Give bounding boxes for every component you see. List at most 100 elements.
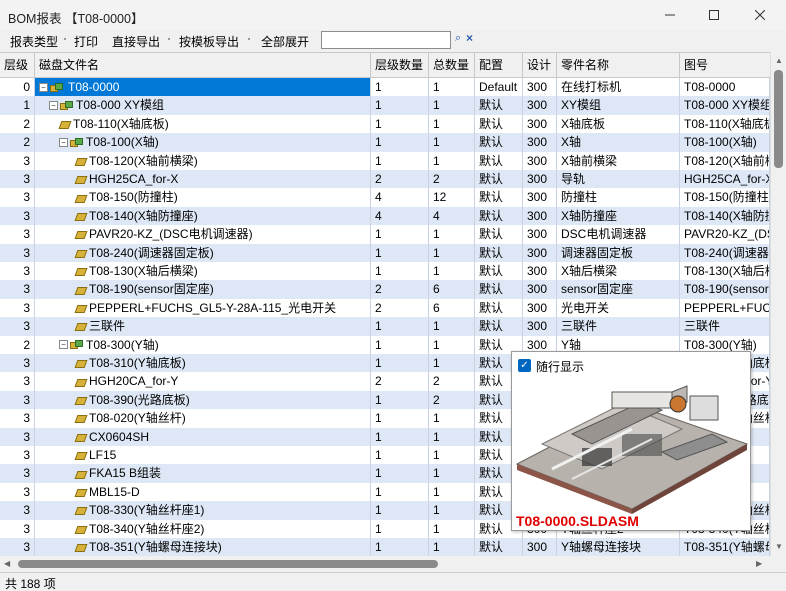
clear-search-icon[interactable]: ×: [466, 31, 476, 45]
column-header-drawing-no[interactable]: 图号: [680, 53, 770, 78]
table-row[interactable]: 3 HGH25CA_for-X 2 2 默认 300 导轨 HGH25CA_for-X: [0, 170, 770, 189]
cell-total-qty: 1: [429, 262, 475, 281]
table-row[interactable]: 3 T08-190(sensor固定座) 2 6 默认 300 sensor固定座 T08-1…: [0, 280, 770, 299]
cell-total-qty: 1: [429, 446, 475, 465]
cell-level-qty: 1: [371, 501, 429, 520]
cell-level-qty: 1: [371, 354, 429, 373]
table-row[interactable]: 0− T08-0000 1 1 Default 300 在线打标机 T08-0000: [0, 78, 770, 97]
cell-total-qty: 1: [429, 151, 475, 170]
horizontal-scrollbar[interactable]: ◀ ▶: [0, 556, 770, 572]
part-icon: [75, 193, 85, 203]
table-row[interactable]: 3T08-140(X轴防撞座)44默认300X轴防撞座T08-140(X轴防撞座…: [0, 206, 770, 226]
cell-filename: HGH25CA_for-X: [35, 170, 371, 189]
tree-node: − T08-0000: [39, 78, 122, 97]
tree-node: T08-310(Y轴底板): [75, 354, 186, 372]
horizontal-scroll-thumb[interactable]: [18, 560, 438, 568]
column-header-design[interactable]: 设计: [523, 53, 557, 78]
scroll-right-icon[interactable]: ▶: [756, 559, 762, 568]
cell-level-qty: 1: [371, 317, 429, 336]
cell-filename: T08-130(X轴后横梁): [35, 262, 371, 281]
scroll-up-icon[interactable]: ▲: [775, 56, 783, 65]
cell-filename: − T08-0000: [35, 78, 371, 97]
table-row[interactable]: 3T08-130(X轴后横梁)11默认300X轴后横梁T08-130(X轴后横梁…: [0, 262, 770, 281]
column-header-part-name[interactable]: 零件名称: [557, 53, 680, 78]
tree-node: HGH20CA_for-Y: [75, 372, 178, 390]
cell-drawing-no: T08-130(X轴后横梁): [680, 262, 770, 281]
file-name: T08-120(X轴前横梁): [89, 153, 198, 168]
tree-node: T08-150(防撞柱): [75, 188, 178, 206]
part-icon: [75, 248, 85, 258]
table-row[interactable]: 1− T08-000 XY模组 1 1 默认 300 XY模组 T08-000 XY模组: [0, 96, 770, 115]
file-name: PAVR20-KZ_(DSC电机调速器): [89, 227, 253, 242]
table-row[interactable]: 2− T08-100(X轴) 1 1 默认 300 X轴 T08-100(X轴): [0, 133, 770, 152]
search-icon[interactable]: ⌕: [455, 32, 465, 46]
column-header-total-qty[interactable]: 总数量: [429, 53, 475, 78]
direct-export-button[interactable]: 直接导出: [112, 33, 160, 50]
part-icon: [75, 266, 85, 276]
vertical-scroll-thumb[interactable]: [774, 70, 783, 168]
cell-config: 默认: [475, 151, 523, 170]
table-row[interactable]: 3 T08-351(Y轴螺母连接块) 1 1 默认 300 Y轴螺母连接块 T08-351(Y…: [0, 538, 770, 556]
cell-level-qty: 1: [371, 151, 429, 170]
collapse-icon[interactable]: −: [49, 101, 58, 111]
template-export-button[interactable]: 按模板导出: [179, 33, 239, 50]
column-header-level[interactable]: 层级: [0, 53, 35, 78]
search-input[interactable]: [321, 31, 451, 49]
expand-all-button[interactable]: 全部展开: [261, 33, 309, 50]
collapse-icon[interactable]: −: [39, 82, 48, 92]
collapse-icon[interactable]: −: [59, 137, 68, 147]
assembly-icon: [60, 100, 73, 111]
cell-level-qty: 1: [371, 335, 429, 354]
part-icon: [75, 524, 85, 534]
print-button[interactable]: 打印: [74, 33, 98, 50]
cell-config: 默认: [475, 538, 523, 556]
cell-total-qty: 1: [429, 427, 475, 446]
scroll-down-icon[interactable]: ▼: [775, 542, 783, 551]
cell-config: 默认: [475, 225, 523, 244]
cell-total-qty: 2: [429, 390, 475, 410]
cell-drawing-no: T08-110(X轴底板): [680, 114, 770, 134]
cell-design: 300: [523, 170, 557, 189]
maximize-button[interactable]: [692, 0, 736, 30]
report-type-menu[interactable]: 报表类型: [10, 33, 58, 50]
scroll-left-icon[interactable]: ◀: [4, 559, 10, 568]
cell-level-qty: 1: [371, 446, 429, 465]
part-icon: [75, 285, 85, 295]
cell-total-qty: 6: [429, 298, 475, 318]
tree-node: T08-330(Y轴丝杆座1): [75, 501, 204, 519]
cell-level: 3: [0, 354, 35, 373]
cell-level-qty: 1: [371, 243, 429, 262]
minimize-button[interactable]: [648, 0, 692, 30]
cell-drawing-no: T08-190(sensor固定座): [680, 280, 770, 299]
cell-level: 3: [0, 170, 35, 189]
cell-level: 3: [0, 390, 35, 410]
tree-node: T08-390(光路底板): [75, 391, 190, 409]
cell-design: 300: [523, 225, 557, 244]
table-row[interactable]: 3 PEPPERL+FUCHS_GL5-Y-28A-115_光电开关 2 6 默认 300…: [0, 298, 770, 318]
table-row[interactable]: 2T08-110(X轴底板)11默认300X轴底板T08-110(X轴底板): [0, 114, 770, 134]
cell-level-qty: 1: [371, 538, 429, 556]
column-header-level-qty[interactable]: 层级数量: [371, 53, 429, 78]
table-row[interactable]: 3T08-120(X轴前横梁)11默认300X轴前横梁T08-120(X轴前横梁…: [0, 151, 770, 170]
table-row[interactable]: 3 T08-150(防撞柱) 4 12 默认 300 防撞柱 T08-150(防撞柱): [0, 188, 770, 207]
cell-part-name: 光电开关: [557, 298, 680, 318]
cell-part-name: 导轨: [557, 170, 680, 189]
table-row[interactable]: 3 三联件 1 1 默认 300 三联件 三联件: [0, 317, 770, 336]
cell-level: 3: [0, 464, 35, 483]
column-header-filename[interactable]: 磁盘文件名: [35, 53, 371, 78]
cell-level: 1: [0, 96, 35, 115]
column-header-config[interactable]: 配置: [475, 53, 523, 78]
table-row[interactable]: 3 PAVR20-KZ_(DSC电机调速器) 1 1 默认 300 DSC电机调速器 PAVR…: [0, 225, 770, 244]
vertical-scrollbar[interactable]: ▲ ▼: [770, 52, 786, 556]
cell-level-qty: 1: [371, 409, 429, 428]
status-bar: 共 188 项: [0, 572, 786, 591]
cell-part-name: 调速器固定板: [557, 243, 680, 262]
cell-level: 3: [0, 262, 35, 281]
follow-display-checkbox[interactable]: ✓: [518, 359, 531, 372]
table-row[interactable]: 3 T08-240(调速器固定板) 1 1 默认 300 调速器固定板 T08-240(调速器…: [0, 243, 770, 262]
close-button[interactable]: [738, 0, 782, 30]
collapse-icon[interactable]: −: [59, 340, 68, 350]
file-name: CX0604SH: [89, 429, 150, 444]
cell-design: 300: [523, 538, 557, 556]
file-name: MBL15-D: [89, 484, 140, 499]
